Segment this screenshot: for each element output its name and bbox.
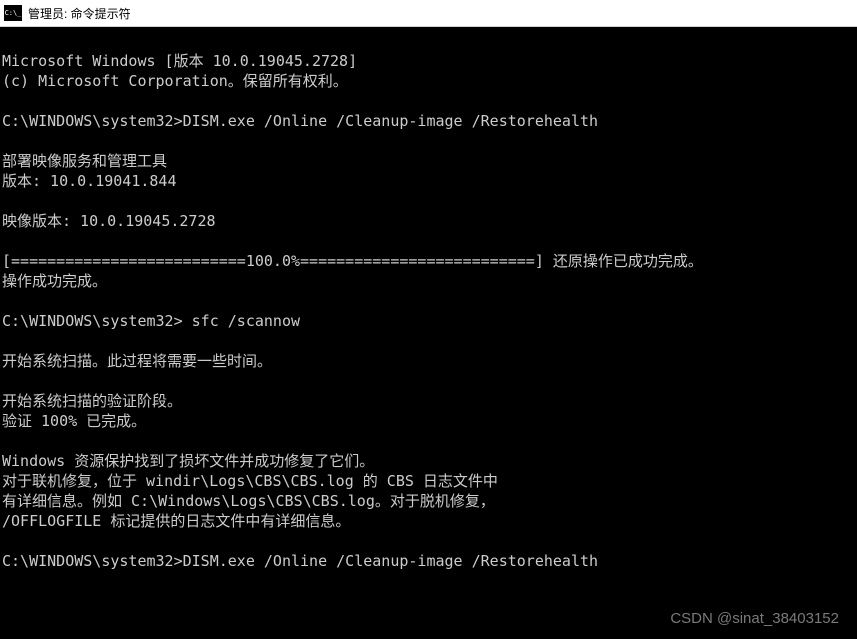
terminal-line: 对于联机修复，位于 windir\Logs\CBS\CBS.log 的 CBS … — [2, 472, 498, 490]
terminal-line: 映像版本: 10.0.19045.2728 — [2, 212, 216, 230]
terminal-output[interactable]: Microsoft Windows [版本 10.0.19045.2728] (… — [0, 27, 857, 575]
terminal-line: 开始系统扫描的验证阶段。 — [2, 392, 182, 410]
terminal-line: Microsoft Windows [版本 10.0.19045.2728] — [2, 52, 357, 70]
terminal-line: 版本: 10.0.19041.844 — [2, 172, 177, 190]
terminal-line: C:\WINDOWS\system32>DISM.exe /Online /Cl… — [2, 112, 598, 130]
terminal-line: [==========================100.0%=======… — [2, 252, 703, 270]
terminal-line: /OFFLOGFILE 标记提供的日志文件中有详细信息。 — [2, 512, 350, 530]
terminal-line: 部署映像服务和管理工具 — [2, 152, 167, 170]
terminal-line: 操作成功完成。 — [2, 272, 107, 290]
terminal-line: 验证 100% 已完成。 — [2, 412, 146, 430]
window-title: 管理员: 命令提示符 — [28, 5, 131, 22]
watermark: CSDN @sinat_38403152 — [670, 610, 839, 627]
terminal-line: C:\WINDOWS\system32> sfc /scannow — [2, 312, 300, 330]
terminal-line: C:\WINDOWS\system32>DISM.exe /Online /Cl… — [2, 552, 598, 570]
terminal-line: Windows 资源保护找到了损坏文件并成功修复了它们。 — [2, 452, 374, 470]
terminal-line: (c) Microsoft Corporation。保留所有权利。 — [2, 72, 348, 90]
terminal-line: 有详细信息。例如 C:\Windows\Logs\CBS\CBS.log。对于脱… — [2, 492, 495, 510]
terminal-line: 开始系统扫描。此过程将需要一些时间。 — [2, 352, 272, 370]
cmd-icon — [4, 5, 22, 21]
title-bar[interactable]: 管理员: 命令提示符 — [0, 0, 857, 27]
